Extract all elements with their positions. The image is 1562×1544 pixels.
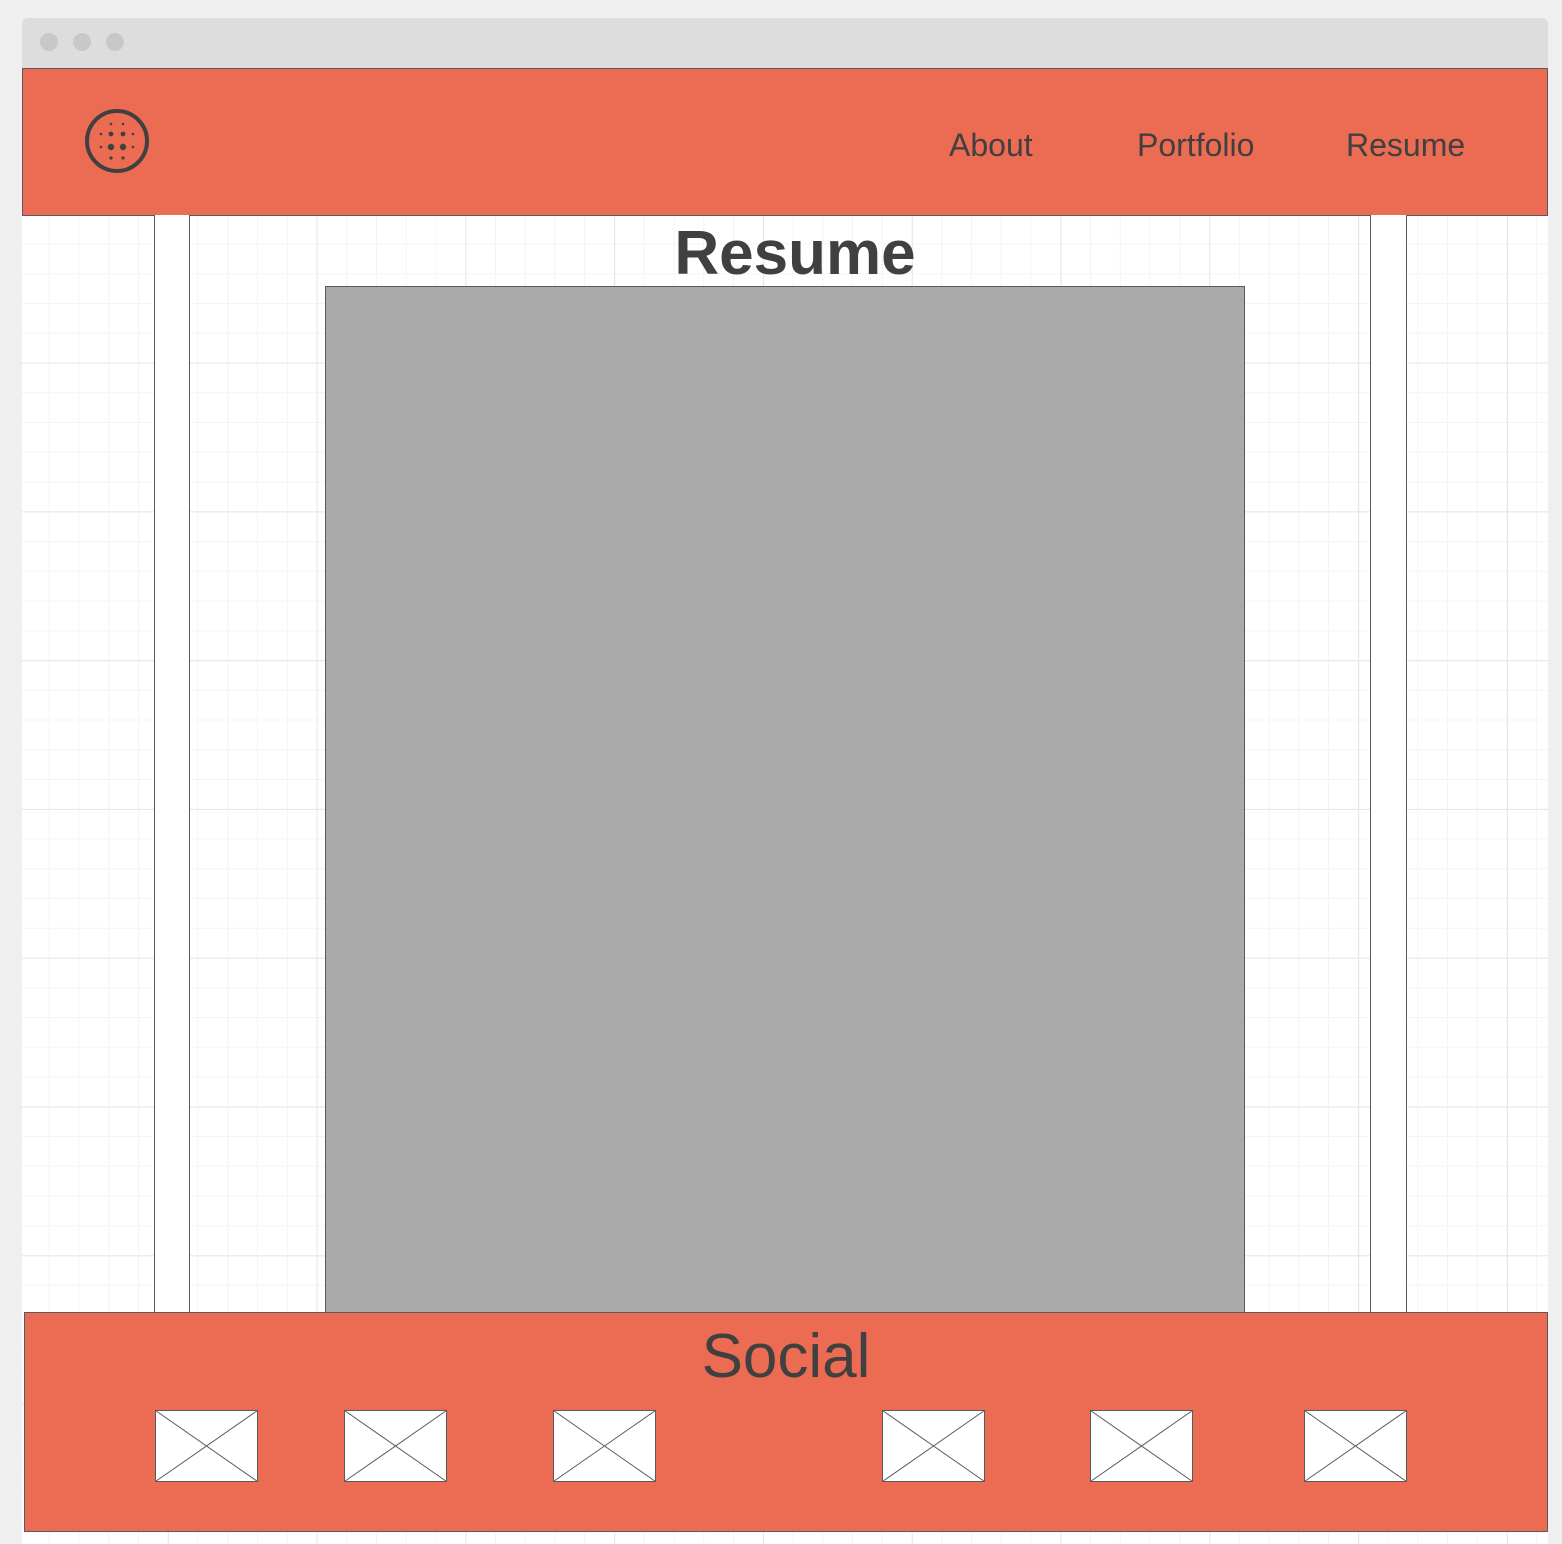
close-window-button[interactable] xyxy=(40,33,58,51)
site-header: About Portfolio Resume xyxy=(22,68,1548,216)
left-gutter-column xyxy=(154,215,190,1312)
social-image-placeholder-icon[interactable] xyxy=(882,1410,985,1482)
resume-document-placeholder[interactable] xyxy=(325,286,1245,1314)
right-gutter-column xyxy=(1370,215,1407,1312)
page-viewport: About Portfolio Resume Resume Social xyxy=(22,68,1548,1544)
window-titlebar xyxy=(22,18,1548,68)
nav-link-about[interactable]: About xyxy=(949,127,1033,163)
zoom-window-button[interactable] xyxy=(106,33,124,51)
footer-title: Social xyxy=(701,1322,871,1391)
social-image-placeholder-icon[interactable] xyxy=(1090,1410,1193,1482)
social-image-placeholder-icon[interactable] xyxy=(1304,1410,1407,1482)
social-image-placeholder-icon[interactable] xyxy=(553,1410,656,1482)
social-image-placeholder-icon[interactable] xyxy=(155,1410,258,1482)
social-image-placeholder-icon[interactable] xyxy=(344,1410,447,1482)
nav-link-portfolio[interactable]: Portfolio xyxy=(1137,127,1254,163)
dotted-globe-icon[interactable] xyxy=(84,108,150,174)
browser-window: About Portfolio Resume Resume Social xyxy=(22,18,1548,1544)
site-footer: Social xyxy=(24,1312,1548,1532)
minimize-window-button[interactable] xyxy=(73,33,91,51)
nav-link-resume[interactable]: Resume xyxy=(1346,127,1465,163)
page-title: Resume xyxy=(674,219,916,288)
